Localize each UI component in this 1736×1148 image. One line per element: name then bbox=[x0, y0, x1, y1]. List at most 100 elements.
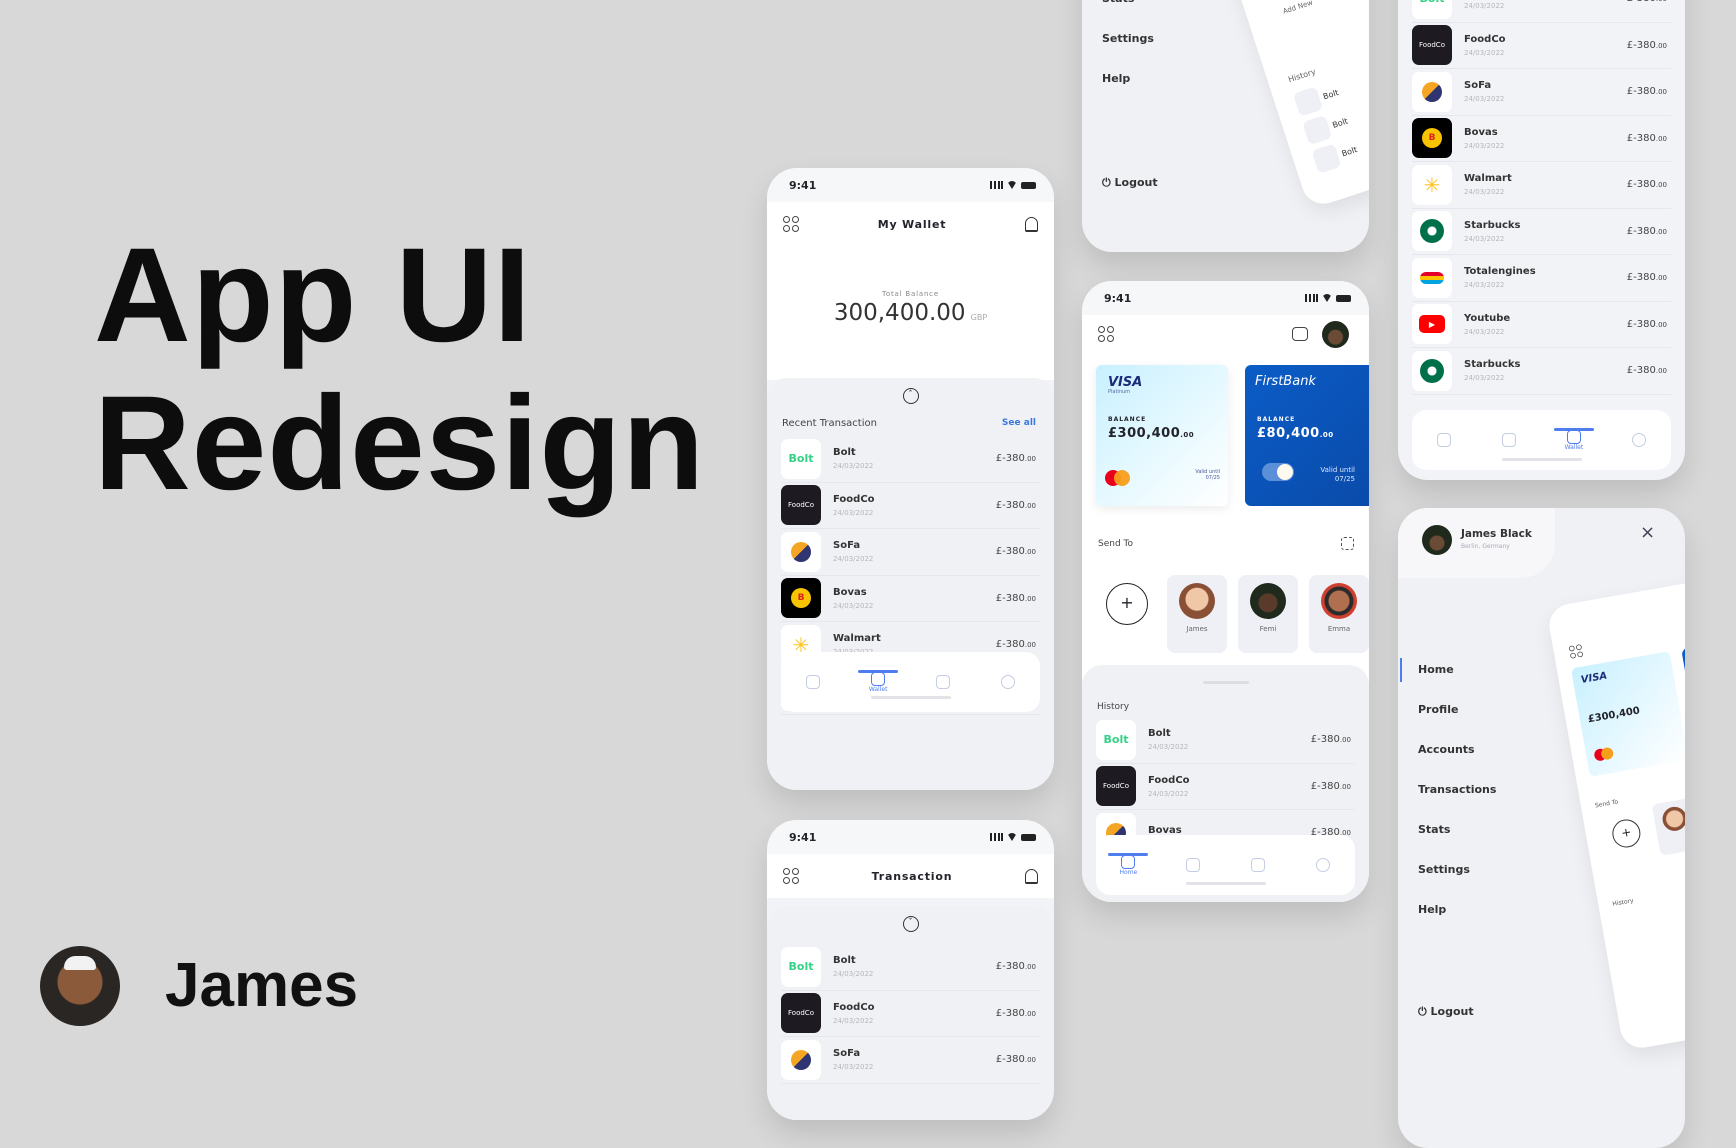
menu-item-profile[interactable]: Profile bbox=[1418, 703, 1458, 716]
amount-cents: .00 bbox=[1655, 88, 1667, 97]
transaction-amount: £-380.00 bbox=[996, 546, 1036, 557]
logout-label: Logout bbox=[1114, 176, 1158, 189]
menu-item-settings[interactable]: Settings bbox=[1418, 863, 1470, 876]
valid-label: Valid until bbox=[1320, 466, 1355, 474]
logout-button[interactable]: ⏻ Logout bbox=[1418, 1005, 1474, 1019]
chat-icon[interactable] bbox=[1292, 327, 1308, 341]
logo-text: B bbox=[791, 588, 811, 609]
transaction-amount: £-380.00 bbox=[1627, 0, 1667, 4]
contact-james[interactable]: James bbox=[1167, 575, 1227, 653]
nav-wallet[interactable]: Wallet bbox=[858, 669, 899, 693]
walmart-logo-icon: ✳ bbox=[1412, 164, 1452, 205]
wallet-screen: 9:41 My Wallet Total Balance 300,400.00 … bbox=[767, 168, 1054, 790]
nav-home[interactable] bbox=[798, 675, 828, 689]
nav-wallet[interactable] bbox=[1178, 858, 1208, 872]
close-icon[interactable]: × bbox=[1640, 522, 1655, 543]
transaction-row[interactable]: BoltBolt24/03/2022£-380.00 bbox=[781, 944, 1040, 991]
transaction-date: 24/03/2022 bbox=[1464, 234, 1505, 243]
menu-item-transactions[interactable]: Transactions bbox=[1418, 783, 1496, 796]
nav-profile[interactable] bbox=[993, 675, 1023, 689]
transaction-amount: £-380.00 bbox=[1627, 133, 1667, 144]
logo-text: Bolt bbox=[1103, 733, 1129, 747]
transaction-row[interactable]: FoodCo FoodCo 24/03/2022 £-380.00 bbox=[781, 991, 1040, 1037]
bottom-nav: Wallet bbox=[781, 652, 1040, 712]
menu-item-stats[interactable]: Stats bbox=[1102, 0, 1134, 5]
bolt-logo-icon: Bolt bbox=[781, 946, 821, 987]
nav-home[interactable]: Home bbox=[1108, 852, 1149, 876]
contact-emma[interactable]: Emma bbox=[1309, 575, 1369, 653]
home-icon bbox=[1437, 433, 1452, 447]
firstbank-balance: £80,400 bbox=[1257, 426, 1320, 441]
amount-cents: .00 bbox=[1024, 963, 1036, 972]
nav-wallet[interactable] bbox=[1494, 433, 1524, 447]
menu-item-accounts[interactable]: Accounts bbox=[1418, 743, 1475, 756]
merchant-name: Walmart bbox=[833, 633, 881, 645]
transaction-row[interactable]: BoltBolt24/03/2022£-380.00 bbox=[1096, 717, 1355, 764]
transaction-row[interactable]: SoFa 24/03/2022 £-380.00 bbox=[781, 1037, 1040, 1084]
transaction-row[interactable]: BoltBolt24/03/2022£-380.00 bbox=[1412, 0, 1671, 23]
nav-transactions[interactable] bbox=[928, 675, 958, 689]
transaction-row[interactable]: Starbucks 24/03/2022 £-380.00 bbox=[1412, 348, 1671, 395]
author-name: James bbox=[165, 951, 359, 1020]
transaction-row[interactable]: FoodCo FoodCo 24/03/2022 £-380.00 bbox=[1412, 23, 1671, 69]
transaction-row[interactable]: Starbucks 24/03/2022 £-380.00 bbox=[1412, 209, 1671, 255]
see-all-link[interactable]: See all bbox=[1002, 418, 1036, 428]
bell-icon[interactable] bbox=[1024, 216, 1038, 232]
merchant-name: FoodCo bbox=[1464, 33, 1506, 45]
transaction-row[interactable]: ✳ Walmart 24/03/2022 £-380.00 bbox=[1412, 162, 1671, 209]
merchant-name: Totalengines bbox=[1464, 266, 1536, 278]
menu-item-home[interactable]: Home bbox=[1418, 663, 1454, 676]
profile-avatar[interactable] bbox=[1322, 321, 1349, 348]
transaction-list: BoltBolt24/03/2022£-380.00FoodCoFoodCo24… bbox=[1398, 0, 1685, 395]
firstbank-card[interactable]: FirstBank BALANCE £80,400.00 Valid until… bbox=[1245, 365, 1369, 506]
card-toggle[interactable] bbox=[1262, 463, 1294, 481]
transaction-row[interactable]: B Bovas 24/03/2022 £-380.00 bbox=[781, 576, 1040, 622]
nav-home[interactable] bbox=[1429, 433, 1459, 447]
merchant-name: Starbucks bbox=[1464, 359, 1521, 371]
transaction-row[interactable]: Totalengines 24/03/2022 £-380.00 bbox=[1412, 255, 1671, 302]
menu-screen-top: Stats Settings Help ⏻ Logout Add New His… bbox=[1082, 0, 1369, 252]
profile-header: James Black Berlin, Germany bbox=[1398, 508, 1555, 578]
amount-main: £-380 bbox=[1626, 132, 1656, 144]
bolt-logo-icon: Bolt bbox=[1096, 719, 1136, 760]
nav-transactions[interactable]: Wallet bbox=[1553, 427, 1594, 451]
menu-item-settings[interactable]: Settings bbox=[1102, 32, 1154, 45]
menu-grid-icon[interactable] bbox=[783, 868, 799, 884]
transaction-row[interactable]: FoodCo FoodCo 24/03/2022 £-380.00 bbox=[1096, 764, 1355, 810]
add-contact-button[interactable]: + bbox=[1106, 583, 1148, 625]
wallet-icon bbox=[1502, 433, 1517, 447]
chevron-down-icon[interactable]: ˇ bbox=[902, 916, 919, 932]
contact-femi[interactable]: Femi bbox=[1238, 575, 1298, 653]
status-icons bbox=[1305, 294, 1351, 302]
amount-cents: .00 bbox=[1655, 320, 1667, 329]
youtube-logo-icon: ▶ bbox=[1412, 304, 1452, 345]
amount-cents: .00 bbox=[1655, 274, 1667, 283]
transaction-row[interactable]: FoodCo FoodCo 24/03/2022 £-380.00 bbox=[781, 483, 1040, 529]
transaction-row[interactable]: B Bovas 24/03/2022 £-380.00 bbox=[1412, 116, 1671, 162]
chevron-up-icon[interactable]: ˆ bbox=[902, 388, 919, 404]
transactions-icon bbox=[1566, 429, 1581, 444]
transaction-amount: £-380.00 bbox=[1627, 272, 1667, 283]
nav-profile[interactable] bbox=[1624, 433, 1654, 447]
nav-profile[interactable] bbox=[1308, 858, 1338, 872]
menu-item-help[interactable]: Help bbox=[1418, 903, 1446, 916]
menu-item-help[interactable]: Help bbox=[1102, 72, 1130, 85]
bell-icon[interactable] bbox=[1025, 868, 1038, 884]
transaction-row[interactable]: SoFa 24/03/2022 £-380.00 bbox=[781, 529, 1040, 576]
menu-item-stats[interactable]: Stats bbox=[1418, 823, 1450, 836]
transaction-row[interactable]: SoFa 24/03/2022 £-380.00 bbox=[1412, 69, 1671, 116]
nav-transactions[interactable] bbox=[1243, 858, 1273, 872]
transaction-row[interactable]: ▶ Youtube 24/03/2022 £-380.00 bbox=[1412, 302, 1671, 348]
scan-icon[interactable] bbox=[1341, 537, 1354, 550]
merchant-name: Youtube bbox=[1464, 312, 1511, 324]
logout-button[interactable]: ⏻ Logout bbox=[1102, 176, 1158, 190]
menu-grid-icon[interactable] bbox=[783, 216, 799, 232]
menu-grid-icon[interactable] bbox=[1098, 326, 1114, 342]
visa-card[interactable]: VISA Platinum BALANCE £300,400.00 Valid … bbox=[1096, 365, 1228, 506]
transaction-row[interactable]: BoltBolt24/03/2022£-380.00 bbox=[781, 436, 1040, 483]
logo-text: ▶ bbox=[1419, 315, 1445, 334]
recent-label: Recent Transaction bbox=[782, 418, 877, 429]
foodco-logo-icon: FoodCo bbox=[1412, 25, 1452, 66]
mini-visa-balance: £300,400 bbox=[1587, 705, 1641, 726]
drawer-screen: James Black Berlin, Germany × Home Profi… bbox=[1398, 508, 1685, 1148]
